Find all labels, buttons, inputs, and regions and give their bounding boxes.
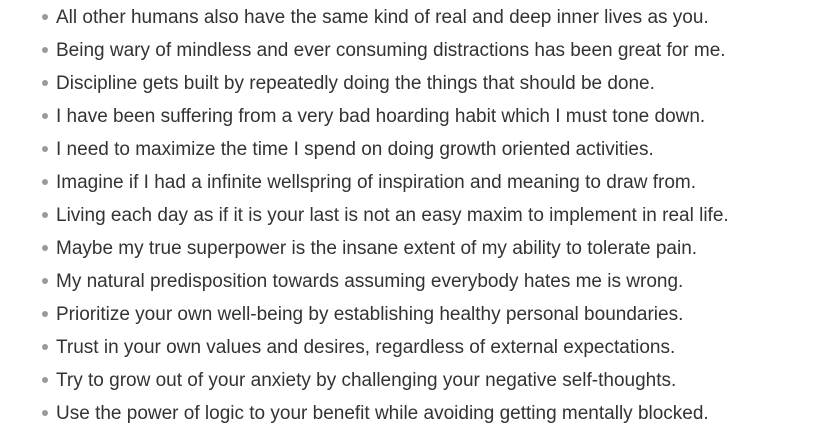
list-item-text: Living each day as if it is your last is…: [56, 205, 729, 226]
list-item: Use the power of logic to your benefit w…: [0, 397, 827, 424]
list-item: Imagine if I had a infinite wellspring o…: [0, 166, 827, 199]
list-item: Trust in your own values and desires, re…: [0, 331, 827, 364]
bullet-icon: [42, 377, 48, 383]
list-item-text: Imagine if I had a infinite wellspring o…: [56, 172, 697, 193]
list-item: Prioritize your own well-being by establ…: [0, 298, 827, 331]
list-item: Maybe my true superpower is the insane e…: [0, 232, 827, 265]
list-item-text: All other humans also have the same kind…: [56, 7, 709, 28]
bullet-icon: [42, 113, 48, 119]
bullet-icon: [42, 80, 48, 86]
bullet-icon: [42, 212, 48, 218]
list-item-text: My natural predisposition towards assumi…: [56, 271, 684, 292]
bullet-icon: [42, 146, 48, 152]
list-item-text: Use the power of logic to your benefit w…: [56, 403, 709, 424]
list-item-text: Prioritize your own well-being by establ…: [56, 304, 684, 325]
list-item-text: I have been suffering from a very bad ho…: [56, 106, 706, 127]
bullet-list: All other humans also have the same kind…: [0, 1, 827, 424]
list-item-text: Maybe my true superpower is the insane e…: [56, 238, 698, 259]
bullet-icon: [42, 278, 48, 284]
list-item: I have been suffering from a very bad ho…: [0, 100, 827, 133]
list-item: Being wary of mindless and ever consumin…: [0, 34, 827, 67]
list-item-text: Discipline gets built by repeatedly doin…: [56, 73, 655, 94]
bullet-icon: [42, 311, 48, 317]
list-item: My natural predisposition towards assumi…: [0, 265, 827, 298]
list-item-text: Trust in your own values and desires, re…: [56, 337, 676, 358]
bullet-icon: [42, 344, 48, 350]
bullet-icon: [42, 410, 48, 416]
bullet-icon: [42, 14, 48, 20]
list-item: Living each day as if it is your last is…: [0, 199, 827, 232]
page: All other humans also have the same kind…: [0, 0, 827, 424]
list-item: Try to grow out of your anxiety by chall…: [0, 364, 827, 397]
bullet-icon: [42, 245, 48, 251]
bullet-icon: [42, 179, 48, 185]
list-item: Discipline gets built by repeatedly doin…: [0, 67, 827, 100]
list-item-text: I need to maximize the time I spend on d…: [56, 139, 654, 160]
list-item-text: Being wary of mindless and ever consumin…: [56, 40, 726, 61]
bullet-icon: [42, 47, 48, 53]
list-item: I need to maximize the time I spend on d…: [0, 133, 827, 166]
list-item: All other humans also have the same kind…: [0, 1, 827, 34]
list-item-text: Try to grow out of your anxiety by chall…: [56, 370, 677, 391]
